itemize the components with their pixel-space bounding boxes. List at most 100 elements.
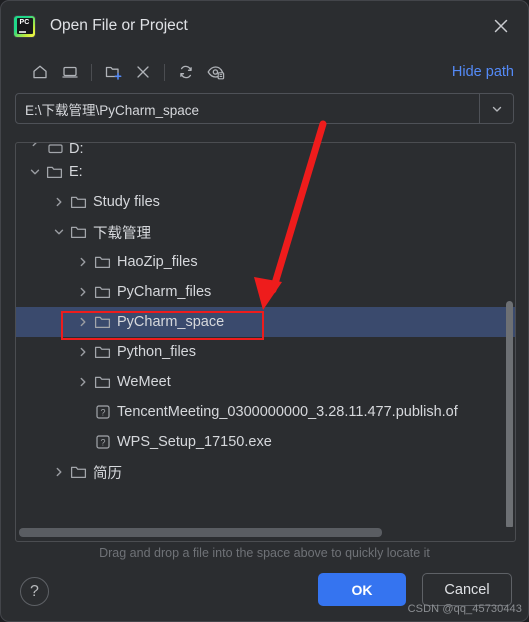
- tree-twisty-toggle[interactable]: [74, 367, 92, 397]
- home-button[interactable]: [25, 58, 55, 86]
- tree-row-label: 下载管理: [93, 225, 151, 242]
- chevron-right-icon: [56, 197, 62, 207]
- horizontal-scrollbar-track: [17, 527, 514, 540]
- tree-row[interactable]: HaoZip_files: [16, 247, 515, 277]
- chevron-right-icon: [80, 347, 86, 357]
- svg-text:?: ?: [100, 438, 105, 448]
- toolbar-separator-2: [164, 63, 165, 81]
- folder-icon: [94, 346, 111, 359]
- drag-drop-hint: Drag and drop a file into the space abov…: [99, 546, 430, 560]
- tree-twisty-toggle[interactable]: [50, 217, 68, 247]
- ok-button[interactable]: OK: [318, 573, 406, 606]
- tree-twisty-toggle[interactable]: [50, 187, 68, 217]
- tree-row[interactable]: D:: [16, 143, 515, 157]
- dialog-titlebar: PC Open File or Project: [1, 1, 528, 51]
- tree-twisty-toggle[interactable]: [74, 337, 92, 367]
- tree-row[interactable]: PyCharm_files: [16, 277, 515, 307]
- tree-row-label: Python_files: [117, 344, 196, 360]
- unknown-file-icon: ?: [96, 435, 110, 449]
- tree-row[interactable]: ? WPS_Setup_17150.exe: [16, 427, 515, 457]
- tree-row-label: 简历: [93, 465, 122, 482]
- chevron-right-icon: [80, 377, 86, 387]
- path-dropdown-button[interactable]: [479, 94, 513, 123]
- tree-twisty-toggle[interactable]: [74, 277, 92, 307]
- tree-row-label: D:: [69, 143, 84, 157]
- refresh-button[interactable]: [171, 58, 201, 86]
- folder-icon: [68, 224, 90, 240]
- hide-path-link[interactable]: Hide path: [452, 64, 514, 80]
- show-hidden-files-button[interactable]: [201, 58, 231, 86]
- folder-icon: [68, 464, 90, 480]
- open-file-or-project-dialog: PC Open File or Project Hide path E:\下载管…: [0, 0, 529, 622]
- tree-twisty-toggle[interactable]: [74, 247, 92, 277]
- folder-icon: [70, 466, 87, 479]
- vertical-scrollbar[interactable]: [506, 301, 513, 529]
- pycharm-logo-text: PC: [19, 18, 30, 26]
- chevron-down-icon: [54, 229, 64, 235]
- tree-row[interactable]: E:: [16, 157, 515, 187]
- chevron-right-icon: [32, 143, 37, 147]
- folder-icon: [94, 316, 111, 329]
- path-input[interactable]: [16, 94, 479, 123]
- unknown-file-icon: ?: [96, 405, 110, 419]
- horizontal-scrollbar[interactable]: [19, 528, 382, 537]
- tree-row-label: TencentMeeting_0300000000_3.28.11.477.pu…: [117, 404, 458, 420]
- file-tree-panel[interactable]: D: E: Study files 下载管理 HaoZip_files PyCharm_f…: [15, 142, 516, 542]
- tree-row[interactable]: 下载管理: [16, 217, 515, 247]
- help-button[interactable]: ?: [20, 577, 49, 606]
- tree-row[interactable]: Study files: [16, 187, 515, 217]
- chevron-down-icon: [30, 169, 40, 175]
- new-folder-button[interactable]: [98, 58, 128, 86]
- tree-row[interactable]: ? TencentMeeting_0300000000_3.28.11.477.p…: [16, 397, 515, 427]
- desktop-icon: [62, 66, 78, 78]
- new-folder-icon: [105, 66, 121, 80]
- tree-twisty-toggle[interactable]: [26, 157, 44, 187]
- drive-icon: [47, 144, 63, 154]
- folder-icon: [46, 166, 63, 179]
- unknown-file-icon: ?: [92, 434, 114, 450]
- tree-row-label: E:: [69, 164, 83, 180]
- pycharm-logo-icon: PC: [14, 15, 35, 37]
- dialog-title: Open File or Project: [50, 17, 188, 34]
- folder-icon: [92, 374, 114, 390]
- close-button[interactable]: [488, 13, 514, 39]
- csdn-watermark: CSDN @qq_45730443: [407, 603, 522, 615]
- folder-icon: [68, 194, 90, 210]
- desktop-button[interactable]: [55, 58, 85, 86]
- folder-icon: [92, 284, 114, 300]
- tree-twisty-toggle[interactable]: [26, 143, 44, 157]
- folder-icon: [92, 314, 114, 330]
- tree-row-label: PyCharm_space: [117, 314, 225, 330]
- refresh-icon: [180, 65, 192, 79]
- close-icon: [494, 19, 508, 33]
- folder-icon: [44, 164, 66, 180]
- tree-row-label: WPS_Setup_17150.exe: [117, 434, 272, 450]
- drive-icon: [44, 143, 66, 157]
- tree-row[interactable]: PyCharm_space: [16, 307, 515, 337]
- chevron-right-icon: [80, 287, 86, 297]
- tree-row[interactable]: WeMeet: [16, 367, 515, 397]
- tree-row[interactable]: Python_files: [16, 337, 515, 367]
- chevron-right-icon: [80, 257, 86, 267]
- chevron-right-icon: [80, 317, 86, 327]
- folder-icon: [94, 256, 111, 269]
- folder-icon: [70, 196, 87, 209]
- cancel-button[interactable]: Cancel: [422, 573, 512, 606]
- tree-row-label: HaoZip_files: [117, 254, 198, 270]
- folder-icon: [92, 254, 114, 270]
- toolbar-separator-1: [91, 63, 92, 81]
- folder-icon: [92, 344, 114, 360]
- folder-icon: [94, 376, 111, 389]
- delete-icon: [137, 66, 149, 78]
- home-icon: [33, 65, 47, 79]
- tree-row-label: PyCharm_files: [117, 284, 212, 300]
- unknown-file-icon: ?: [92, 404, 114, 420]
- tree-row-label: WeMeet: [117, 374, 171, 390]
- tree-row[interactable]: 简历: [16, 457, 515, 487]
- tree-twisty-toggle[interactable]: [50, 457, 68, 487]
- tree-twisty-toggle[interactable]: [74, 307, 92, 337]
- delete-button[interactable]: [128, 58, 158, 86]
- tree-row-label: Study files: [93, 194, 160, 210]
- file-chooser-toolbar: Hide path: [1, 51, 528, 93]
- chevron-down-icon: [492, 106, 501, 112]
